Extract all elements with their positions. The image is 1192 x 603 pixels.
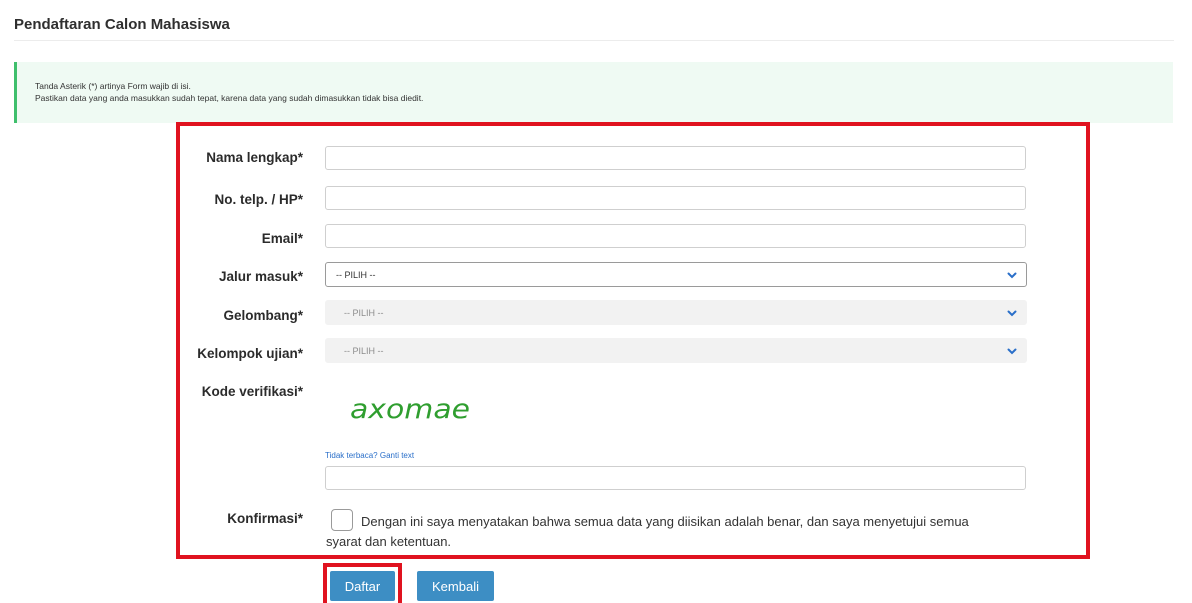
jalur-selected-value: -- PILIH -- xyxy=(336,269,376,280)
telp-input[interactable] xyxy=(325,186,1026,210)
page-title: Pendaftaran Calon Mahasiswa xyxy=(14,16,230,33)
konfirmasi-text-line1: Dengan ini saya menyatakan bahwa semua d… xyxy=(361,514,969,529)
chevron-down-icon xyxy=(1007,272,1017,279)
daftar-button[interactable]: Daftar xyxy=(330,571,395,601)
notice-line-warning: Pastikan data yang anda masukkan sudah t… xyxy=(35,93,424,103)
jalur-label: Jalur masuk* xyxy=(218,269,303,284)
nama-label: Nama lengkap* xyxy=(206,150,303,165)
notice-line-required: Tanda Asterik (*) artinya Form wajib di … xyxy=(35,81,191,91)
konfirmasi-label: Konfirmasi* xyxy=(227,511,303,526)
captcha-text: axomae xyxy=(350,394,470,425)
verifikasi-input[interactable] xyxy=(325,466,1026,490)
chevron-down-icon xyxy=(1007,310,1017,317)
verifikasi-label: Kode verifikasi* xyxy=(201,384,303,399)
title-divider xyxy=(14,40,1174,41)
chevron-down-icon xyxy=(1007,348,1017,355)
konfirmasi-checkbox[interactable] xyxy=(331,509,353,531)
nama-input[interactable] xyxy=(325,146,1026,170)
jalur-select[interactable]: -- PILIH -- xyxy=(325,262,1027,287)
gelombang-select[interactable]: -- PILIH -- xyxy=(325,300,1027,325)
info-notice: Tanda Asterik (*) artinya Form wajib di … xyxy=(14,62,1173,123)
email-label: Email* xyxy=(261,231,303,246)
konfirmasi-text-line2: syarat dan ketentuan. xyxy=(326,534,452,549)
kelompok-selected-value: -- PILIH -- xyxy=(344,345,384,356)
gelombang-selected-value: -- PILIH -- xyxy=(344,307,384,318)
kelompok-label: Kelompok ujian* xyxy=(197,346,303,361)
email-input[interactable] xyxy=(325,224,1026,248)
konfirmasi-text: Dengan ini saya menyatakan bahwa semua d… xyxy=(326,512,1041,552)
captcha-image: axomae xyxy=(350,394,470,425)
kembali-button[interactable]: Kembali xyxy=(417,571,494,601)
kelompok-select[interactable]: -- PILIH -- xyxy=(325,338,1027,363)
telp-label: No. telp. / HP* xyxy=(214,192,303,207)
gelombang-label: Gelombang* xyxy=(223,308,303,323)
captcha-refresh-link[interactable]: Tidak terbaca? Ganti text xyxy=(325,451,414,460)
